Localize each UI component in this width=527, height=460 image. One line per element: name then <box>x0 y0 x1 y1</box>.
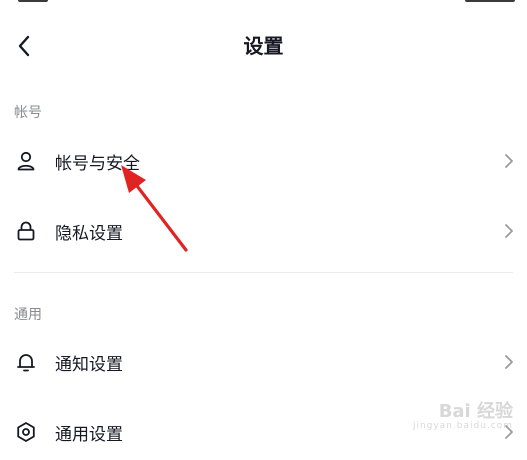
section-header-account: 帐号 <box>14 105 42 121</box>
gear-icon <box>14 420 38 444</box>
lock-icon <box>14 219 38 243</box>
watermark-brand: Bai 经验 <box>438 401 513 422</box>
settings-row-privacy[interactable]: 隐私设置 <box>0 203 527 259</box>
chevron-left-icon <box>18 35 30 57</box>
settings-row-label: 通知设置 <box>55 354 123 375</box>
settings-row-account-security[interactable]: 帐号与安全 <box>0 133 527 189</box>
status-bar-fragment-right <box>465 0 515 2</box>
chevron-right-icon <box>501 221 517 241</box>
settings-row-notifications[interactable]: 通知设置 <box>0 334 527 390</box>
settings-row-label: 通用设置 <box>55 424 123 445</box>
settings-row-label: 帐号与安全 <box>55 153 140 174</box>
baidu-jingyan-watermark: Bai 经验 jingyan.baidu.com <box>413 397 513 431</box>
back-button[interactable] <box>6 24 42 68</box>
person-icon <box>14 149 38 173</box>
top-nav-bar: 设置 <box>0 24 527 68</box>
bell-icon <box>14 350 38 374</box>
section-header-general: 通用 <box>14 307 42 323</box>
status-bar-fragment-left <box>18 0 48 2</box>
page-title: 设置 <box>243 34 284 58</box>
section-divider <box>14 272 513 273</box>
chevron-right-icon <box>501 352 517 372</box>
watermark-domain: jingyan.baidu.com <box>412 421 513 431</box>
settings-row-label: 隐私设置 <box>55 223 123 244</box>
chevron-right-icon <box>501 151 517 171</box>
